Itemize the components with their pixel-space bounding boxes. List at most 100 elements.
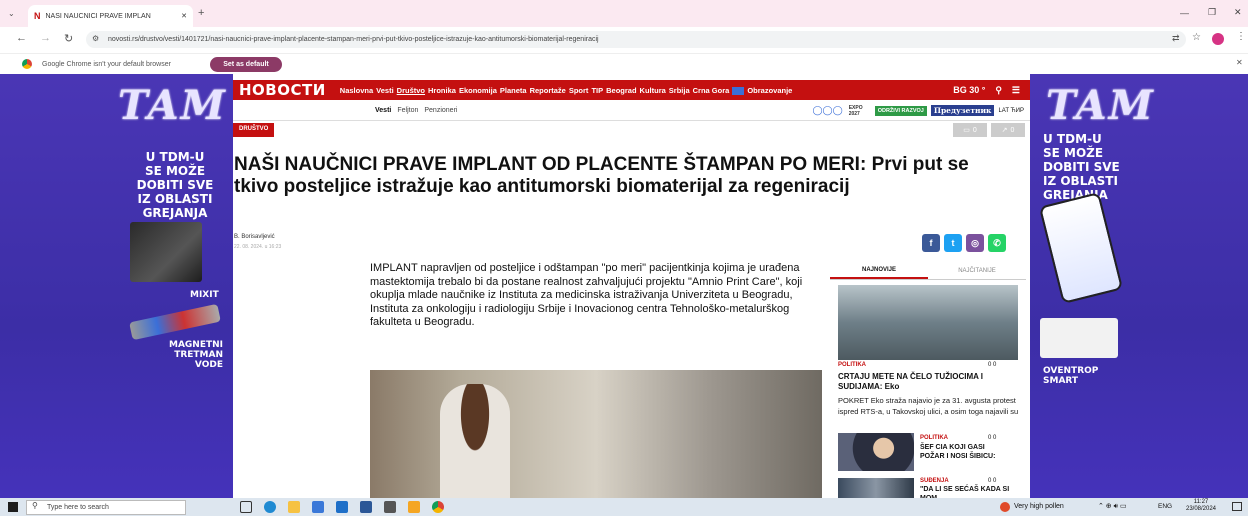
- set-default-button[interactable]: Set as default: [210, 57, 282, 72]
- subnav-item[interactable]: Vesti: [375, 107, 391, 114]
- notifications-icon[interactable]: [1232, 502, 1242, 511]
- article-photo: [370, 370, 822, 504]
- left-ad-banner[interactable]: [0, 74, 233, 498]
- calculator-icon[interactable]: [384, 501, 396, 513]
- file-explorer-icon[interactable]: [288, 501, 300, 513]
- restore-icon[interactable]: ❐: [1208, 7, 1216, 18]
- nav-item[interactable]: Sport: [569, 86, 589, 95]
- nav-item[interactable]: Reportaže: [530, 86, 566, 95]
- edge-icon[interactable]: [264, 501, 276, 513]
- expo-badge[interactable]: EXPO 2027: [849, 105, 871, 117]
- sustainability-badge[interactable]: ODRŽIVI RAZVOJ: [874, 105, 927, 116]
- task-view-icon[interactable]: [240, 501, 252, 513]
- word-icon[interactable]: [360, 501, 372, 513]
- facebook-share-icon[interactable]: f: [922, 234, 940, 252]
- article-author[interactable]: B. Borisavljević: [234, 234, 275, 240]
- nav-item[interactable]: Hronika: [428, 86, 456, 95]
- whatsapp-share-icon[interactable]: ✆: [988, 234, 1006, 252]
- tab-most-read[interactable]: NAJČITANIJE: [928, 262, 1026, 279]
- story-counts: 0 0: [988, 435, 997, 441]
- reload-icon[interactable]: ↻: [64, 32, 73, 45]
- story-category[interactable]: SUĐENJA: [920, 478, 949, 484]
- new-tab-button[interactable]: +: [198, 7, 204, 19]
- mail-icon[interactable]: [336, 501, 348, 513]
- translate-icon[interactable]: ⇄: [1172, 33, 1180, 44]
- nav-item[interactable]: Kultura: [640, 86, 666, 95]
- entrepreneur-badge[interactable]: Предузетник: [930, 105, 995, 116]
- close-window-icon[interactable]: ✕: [1234, 7, 1242, 18]
- site-logo[interactable]: НОВОСТИ: [233, 81, 332, 99]
- tab-latest[interactable]: NAJNOVIJE: [830, 262, 928, 279]
- story-category[interactable]: POLITIKA: [920, 435, 948, 441]
- store-icon[interactable]: [312, 501, 324, 513]
- viber-share-icon[interactable]: ◎: [966, 234, 984, 252]
- nav-item[interactable]: Naslovna: [340, 86, 373, 95]
- twitter-share-icon[interactable]: t: [944, 234, 962, 252]
- chrome-taskbar-icon[interactable]: [432, 501, 444, 513]
- nav-item[interactable]: Vesti: [376, 86, 394, 95]
- story-thumbnail[interactable]: [838, 285, 1018, 360]
- start-button-icon[interactable]: [8, 502, 18, 512]
- story-category[interactable]: POLITIKA: [838, 362, 866, 368]
- subnav-item[interactable]: Feljton: [397, 107, 418, 114]
- menu-icon[interactable]: ⋮: [1236, 31, 1246, 42]
- browser-tab[interactable]: N NAŠI NAUČNICI PRAVE IMPLAN ✕: [28, 5, 193, 27]
- tab-close-icon[interactable]: ✕: [181, 12, 187, 20]
- left-ad-logo: TAM: [118, 82, 227, 129]
- nav-item[interactable]: Obrazovanje: [747, 86, 792, 95]
- left-ad-product1: MIXIT: [190, 290, 219, 300]
- article-date: 22. 08. 2024. u 16:23: [234, 244, 282, 250]
- minimize-icon[interactable]: —: [1180, 8, 1189, 18]
- address-bar[interactable]: novosti.rs/drustvo/vesti/1401721/nasi-na…: [86, 31, 1186, 48]
- section-tag[interactable]: DRUŠTVO: [233, 123, 275, 137]
- site-info-icon[interactable]: ⚙: [92, 34, 99, 43]
- subnav-item[interactable]: Penzioneri: [424, 107, 457, 114]
- hamburger-menu-icon[interactable]: ☰: [1012, 85, 1020, 96]
- nav-item[interactable]: Ekonomija: [459, 86, 497, 95]
- left-ad-product-image: [130, 222, 202, 282]
- story-title[interactable]: CRTAJU METE NA ČELO TUŽIOCIMA I SUDIJAMA…: [838, 372, 1023, 391]
- nav-item[interactable]: Planeta: [500, 86, 527, 95]
- tab-search-icon[interactable]: ⌄: [8, 9, 15, 18]
- shares-count-button[interactable]: ↗ 0: [991, 123, 1025, 137]
- language-indicator[interactable]: ENG: [1158, 503, 1172, 510]
- search-icon[interactable]: ⚲: [995, 85, 1002, 96]
- weather-widget[interactable]: BG 30 °: [953, 85, 985, 95]
- main-nav: Naslovna Vesti Društvo Hronika Ekonomija…: [340, 86, 792, 95]
- nav-item[interactable]: Crna Gora: [693, 86, 730, 95]
- photos-icon[interactable]: [408, 501, 420, 513]
- right-ad-device-image: [1040, 318, 1118, 358]
- clock[interactable]: 11:27 23/08/2024: [1180, 499, 1222, 513]
- back-icon[interactable]: ←: [16, 32, 27, 44]
- nav-item[interactable]: Srbija: [669, 86, 690, 95]
- share-icon: ↗: [1001, 127, 1008, 134]
- nav-item[interactable]: TIP: [591, 86, 603, 95]
- default-browser-infobar: Google Chrome isn't your default browser: [0, 53, 1248, 74]
- nav-item[interactable]: Beograd: [606, 86, 636, 95]
- comments-count-button[interactable]: ▭ 0: [953, 123, 987, 137]
- left-ad-headline: U TDM-U SE MOŽE DOBITI SVE IZ OBLASTI GREJAN…: [136, 150, 214, 220]
- forward-icon[interactable]: →: [40, 32, 51, 44]
- story-thumbnail[interactable]: [838, 478, 914, 500]
- sidebar-tabs: NAJNOVIJE NAJČITANIJE: [830, 262, 1026, 280]
- nav-item[interactable]: Društvo: [397, 86, 425, 95]
- story-title[interactable]: ŠEF CIA KOJI GASI POŽAR I NOSI ŠIBICU:: [920, 444, 1010, 461]
- photo-subject: [440, 384, 510, 504]
- site-nav-bar: НОВОСТИ Naslovna Vesti Društvo Hronika E…: [233, 80, 1030, 100]
- taskbar-search[interactable]: Type here to search: [26, 500, 186, 515]
- bookmark-star-icon[interactable]: ☆: [1192, 32, 1201, 43]
- taskbar-search-icon: ⚲: [32, 501, 38, 510]
- right-ad-product: OVENTROP SMART: [1043, 366, 1099, 386]
- story-counts: 0 0: [988, 362, 997, 368]
- infobar-close-icon[interactable]: ✕: [1236, 58, 1243, 67]
- right-ad-logo: TAM: [1046, 82, 1155, 129]
- olympic-rings-icon[interactable]: ◯◯◯: [812, 105, 842, 116]
- tray-icons[interactable]: ⌃ ⊕ 🔊︎ ▭: [1098, 502, 1127, 511]
- weather-status[interactable]: Very high pollen: [1014, 503, 1064, 510]
- story-thumbnail[interactable]: [838, 433, 914, 471]
- language-switch[interactable]: LAT ЋИР: [998, 108, 1024, 114]
- article-title: NAŠI NAUČNICI PRAVE IMPLANT OD PLACENTE …: [234, 154, 969, 197]
- profile-avatar[interactable]: [1212, 33, 1224, 45]
- favicon-icon: N: [34, 11, 41, 21]
- story-excerpt: POKRET Eko straža najavio je za 31. avgu…: [838, 396, 1019, 416]
